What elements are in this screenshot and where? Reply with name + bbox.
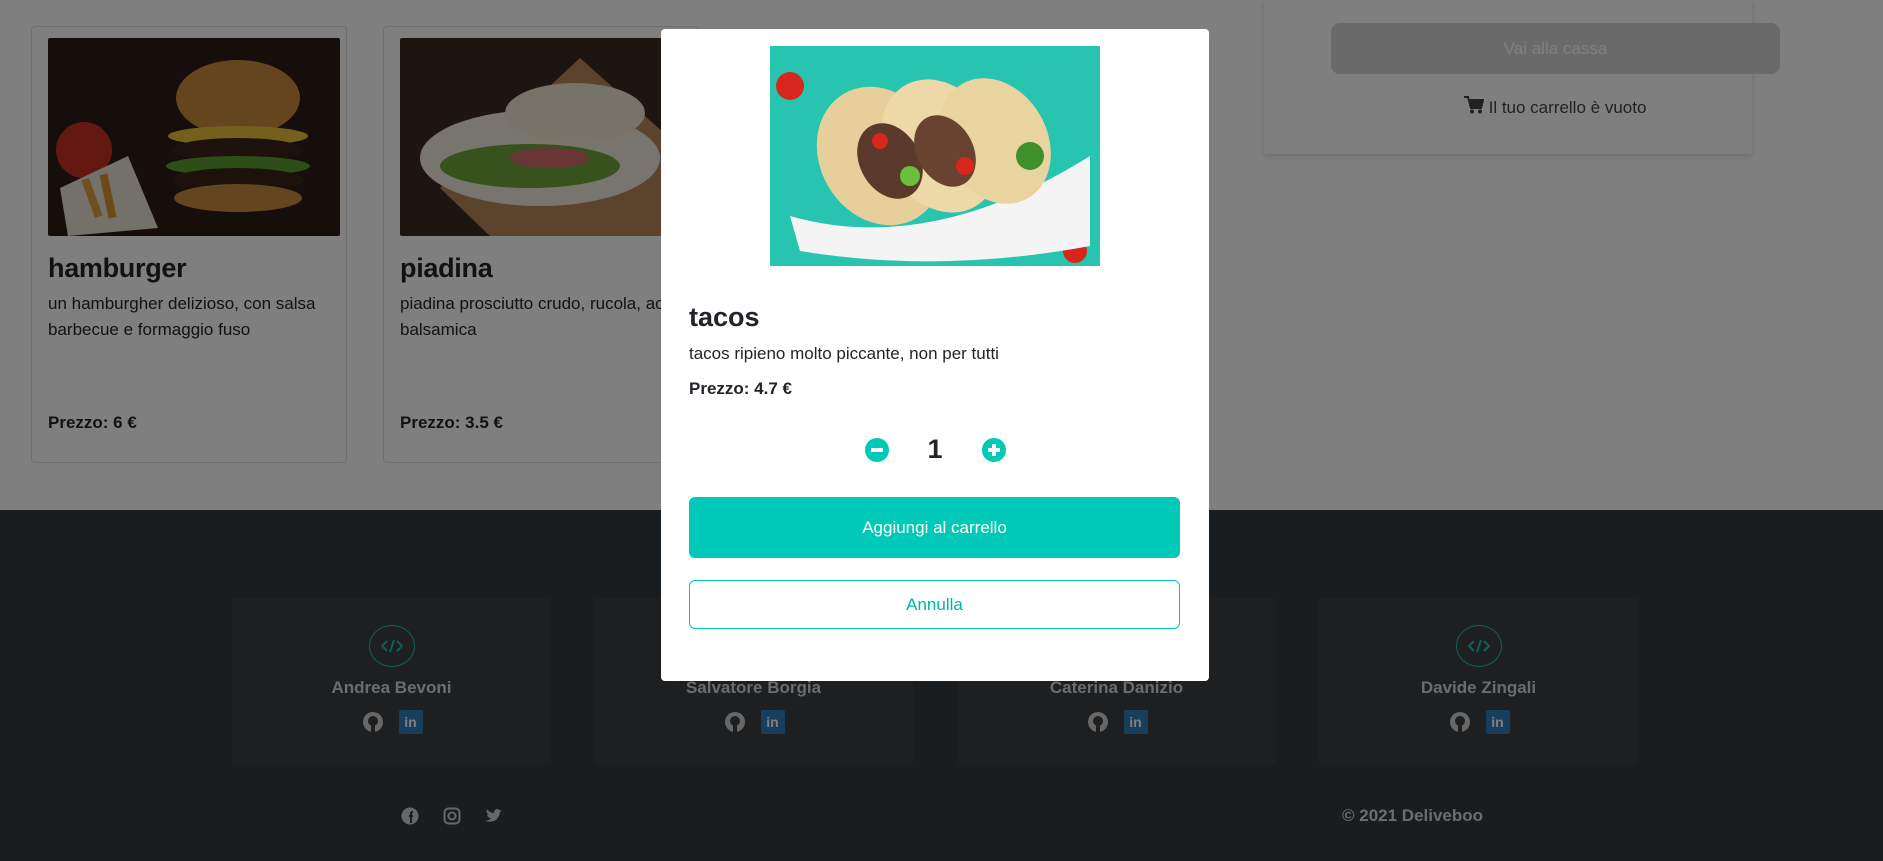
- quantity-value: 1: [927, 434, 943, 464]
- add-to-cart-button[interactable]: Aggiungi al carrello: [689, 497, 1180, 558]
- product-title: tacos: [689, 302, 760, 332]
- tacos-photo: [770, 46, 1100, 266]
- cancel-button[interactable]: Annulla: [689, 580, 1180, 629]
- minus-icon: [870, 447, 883, 452]
- quantity-stepper: 1: [661, 434, 1209, 465]
- decrease-quantity-button[interactable]: [864, 437, 889, 462]
- product-price: Prezzo: 4.7 €: [689, 379, 792, 398]
- increase-quantity-button[interactable]: [981, 437, 1006, 462]
- product-description: tacos ripieno molto piccante, non per tu…: [689, 344, 999, 363]
- plus-icon: [987, 443, 1000, 456]
- product-modal: tacos tacos ripieno molto piccante, non …: [661, 29, 1209, 681]
